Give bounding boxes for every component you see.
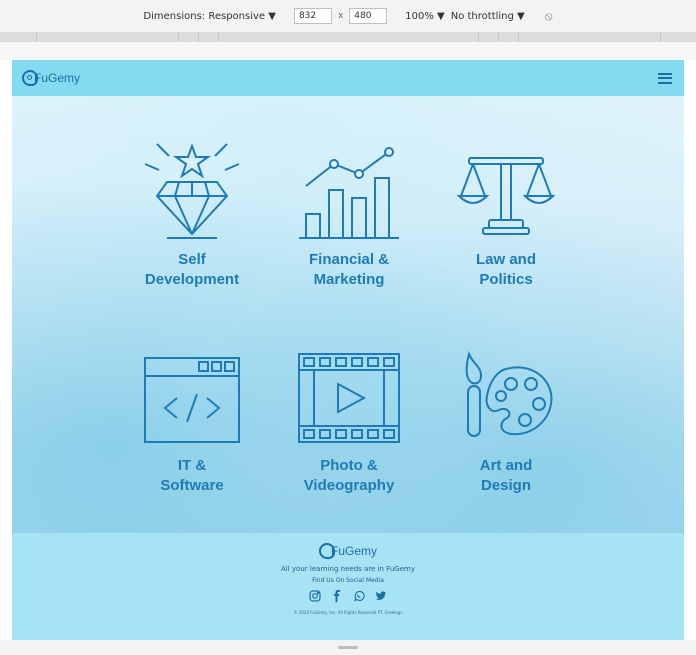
brand-logo[interactable]: FuGemy — [22, 70, 80, 86]
hamburger-icon[interactable] — [658, 70, 672, 86]
category-title-line1: Law and — [475, 251, 536, 268]
bar-chart-icon — [299, 147, 399, 239]
footer-logo[interactable]: FuGemy — [12, 543, 684, 559]
category-title-line1: Self — [178, 251, 206, 268]
category-photo-videography[interactable]: Photo & Videography — [264, 340, 434, 496]
code-window-icon — [144, 357, 240, 443]
category-title-line1: Art and — [479, 457, 533, 474]
category-title-line1: Photo & — [320, 457, 378, 474]
footer: FuGemy All your learning needs are in Fu… — [12, 533, 684, 640]
category-title-line2: Software — [160, 477, 224, 494]
category-self-development[interactable]: Self Development — [107, 134, 277, 290]
rotate-icon[interactable]: ⦸ — [545, 9, 553, 24]
dimensions-dropdown[interactable]: Dimensions: Responsive ▼ — [143, 11, 276, 22]
fugemy-logo-icon — [318, 543, 335, 559]
facebook-icon[interactable] — [331, 590, 343, 602]
width-input[interactable]: 832 — [293, 8, 332, 24]
category-title-line2: Videography — [303, 477, 395, 494]
palette-icon — [465, 350, 553, 437]
category-art-design[interactable]: Art and Design — [421, 340, 591, 496]
resize-handle[interactable] — [0, 640, 696, 655]
category-title-line2: Development — [144, 271, 240, 288]
category-title-line1: IT & — [177, 457, 207, 474]
instagram-icon[interactable] — [309, 590, 321, 602]
social-links — [12, 590, 684, 602]
diamond-icon — [144, 143, 240, 239]
whatsapp-icon[interactable] — [353, 590, 365, 602]
scales-icon — [456, 157, 556, 235]
hero-section: Self Development Financial & Marketing L… — [12, 96, 684, 533]
throttling-dropdown[interactable]: No throttling ▼ — [451, 11, 525, 22]
category-title-line2: Politics — [479, 271, 533, 288]
twitter-icon[interactable] — [375, 590, 387, 602]
footer-brand-name: FuGemy — [330, 544, 377, 558]
viewport-margin — [0, 42, 696, 60]
footer-tagline: All your learning needs are in FuGemy — [281, 565, 415, 573]
category-title-line2: Design — [480, 477, 531, 494]
fugemy-logo-icon — [22, 70, 38, 86]
category-title-line1: Financial & — [308, 251, 390, 268]
dimension-separator: x — [337, 11, 344, 21]
category-financial-marketing[interactable]: Financial & Marketing — [264, 134, 434, 290]
site-viewport: FuGemy Self Development Financial & Mark… — [12, 60, 684, 640]
navbar: FuGemy — [12, 60, 684, 96]
copyright-text: © 2020 FuGemy, Inc. All Rights Reserved … — [293, 610, 403, 615]
social-title: Find Us On Social Media — [312, 577, 384, 584]
film-icon — [298, 353, 400, 443]
category-it-software[interactable]: IT & Software — [107, 340, 277, 496]
category-title-line2: Marketing — [313, 271, 385, 288]
category-law-politics[interactable]: Law and Politics — [421, 134, 591, 290]
devtools-toolbar: Dimensions: Responsive ▼ 832 x 480 100% … — [0, 0, 696, 33]
zoom-dropdown[interactable]: 100% ▼ — [405, 11, 444, 22]
brand-name: FuGemy — [34, 71, 81, 85]
height-input[interactable]: 480 — [349, 8, 388, 24]
